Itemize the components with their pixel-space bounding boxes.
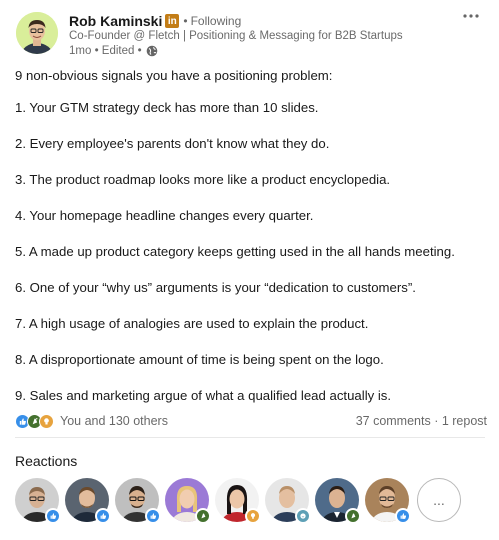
post-timestamp: 1mo • Edited • (69, 45, 142, 57)
post-header: Rob Kaminski in • Following Co-Founder @… (16, 10, 486, 60)
globe-icon (146, 45, 158, 57)
divider (15, 437, 485, 438)
post-line: 2. Every employee's parents don't know w… (15, 136, 330, 151)
celebrate-icon (195, 508, 211, 524)
reactor-avatar[interactable] (165, 478, 211, 524)
reactions-heading: Reactions (15, 453, 78, 469)
like-icon (395, 508, 411, 524)
reactor-avatar[interactable] (215, 478, 261, 524)
post-line: 7. A high usage of analogies are used to… (15, 316, 369, 331)
more-options-button[interactable] (459, 6, 483, 26)
post-card: Rob Kaminski in • Following Co-Founder @… (0, 0, 499, 540)
following-status: Following (190, 14, 242, 28)
funny-icon (295, 508, 311, 524)
celebrate-icon (345, 508, 361, 524)
like-icon (145, 508, 161, 524)
post-line: 4. Your homepage headline changes every … (15, 208, 314, 223)
linkedin-premium-badge: in (165, 14, 180, 28)
post-line: 5. A made up product category keeps gett… (15, 244, 455, 259)
insightful-icon (39, 413, 54, 429)
social-counts-bar: You and 130 others 37 comments · 1 repos… (15, 411, 487, 431)
reaction-summary[interactable]: You and 130 others (15, 413, 168, 429)
reactor-avatar[interactable] (65, 478, 111, 524)
post-line: 3. The product roadmap looks more like a… (15, 172, 391, 187)
post-line: 1. Your GTM strategy deck has more than … (15, 100, 319, 115)
reactor-avatar[interactable] (365, 478, 411, 524)
post-line: 8. A disproportionate amount of time is … (15, 352, 384, 367)
separator-dot: • (183, 14, 188, 28)
more-reactors-button[interactable]: ... (417, 478, 461, 522)
post-line: 9. Sales and marketing argue of what a q… (15, 388, 392, 403)
post-meta: 1mo • Edited • (69, 45, 158, 57)
ellipsis-icon (463, 14, 479, 18)
like-icon (95, 508, 111, 524)
reactor-avatar[interactable] (315, 478, 361, 524)
post-line: 9 non-obvious signals you have a positio… (15, 68, 333, 83)
reactors-summary[interactable]: You and 130 others (60, 414, 168, 428)
post-line: 6. One of your “why us” arguments is you… (15, 280, 416, 295)
reactor-avatar[interactable] (265, 478, 311, 524)
like-icon (45, 508, 61, 524)
author-name[interactable]: Rob Kaminski (69, 13, 162, 29)
comments-reposts-count[interactable]: 37 comments · 1 repost (356, 414, 487, 428)
author-name-row: Rob Kaminski in • Following (69, 12, 241, 30)
author-avatar[interactable] (16, 12, 58, 54)
reactor-avatar[interactable] (15, 478, 61, 524)
author-headline: Co-Founder @ Fletch | Positioning & Mess… (69, 30, 403, 42)
reactor-avatar[interactable] (115, 478, 161, 524)
insightful-icon (245, 508, 261, 524)
